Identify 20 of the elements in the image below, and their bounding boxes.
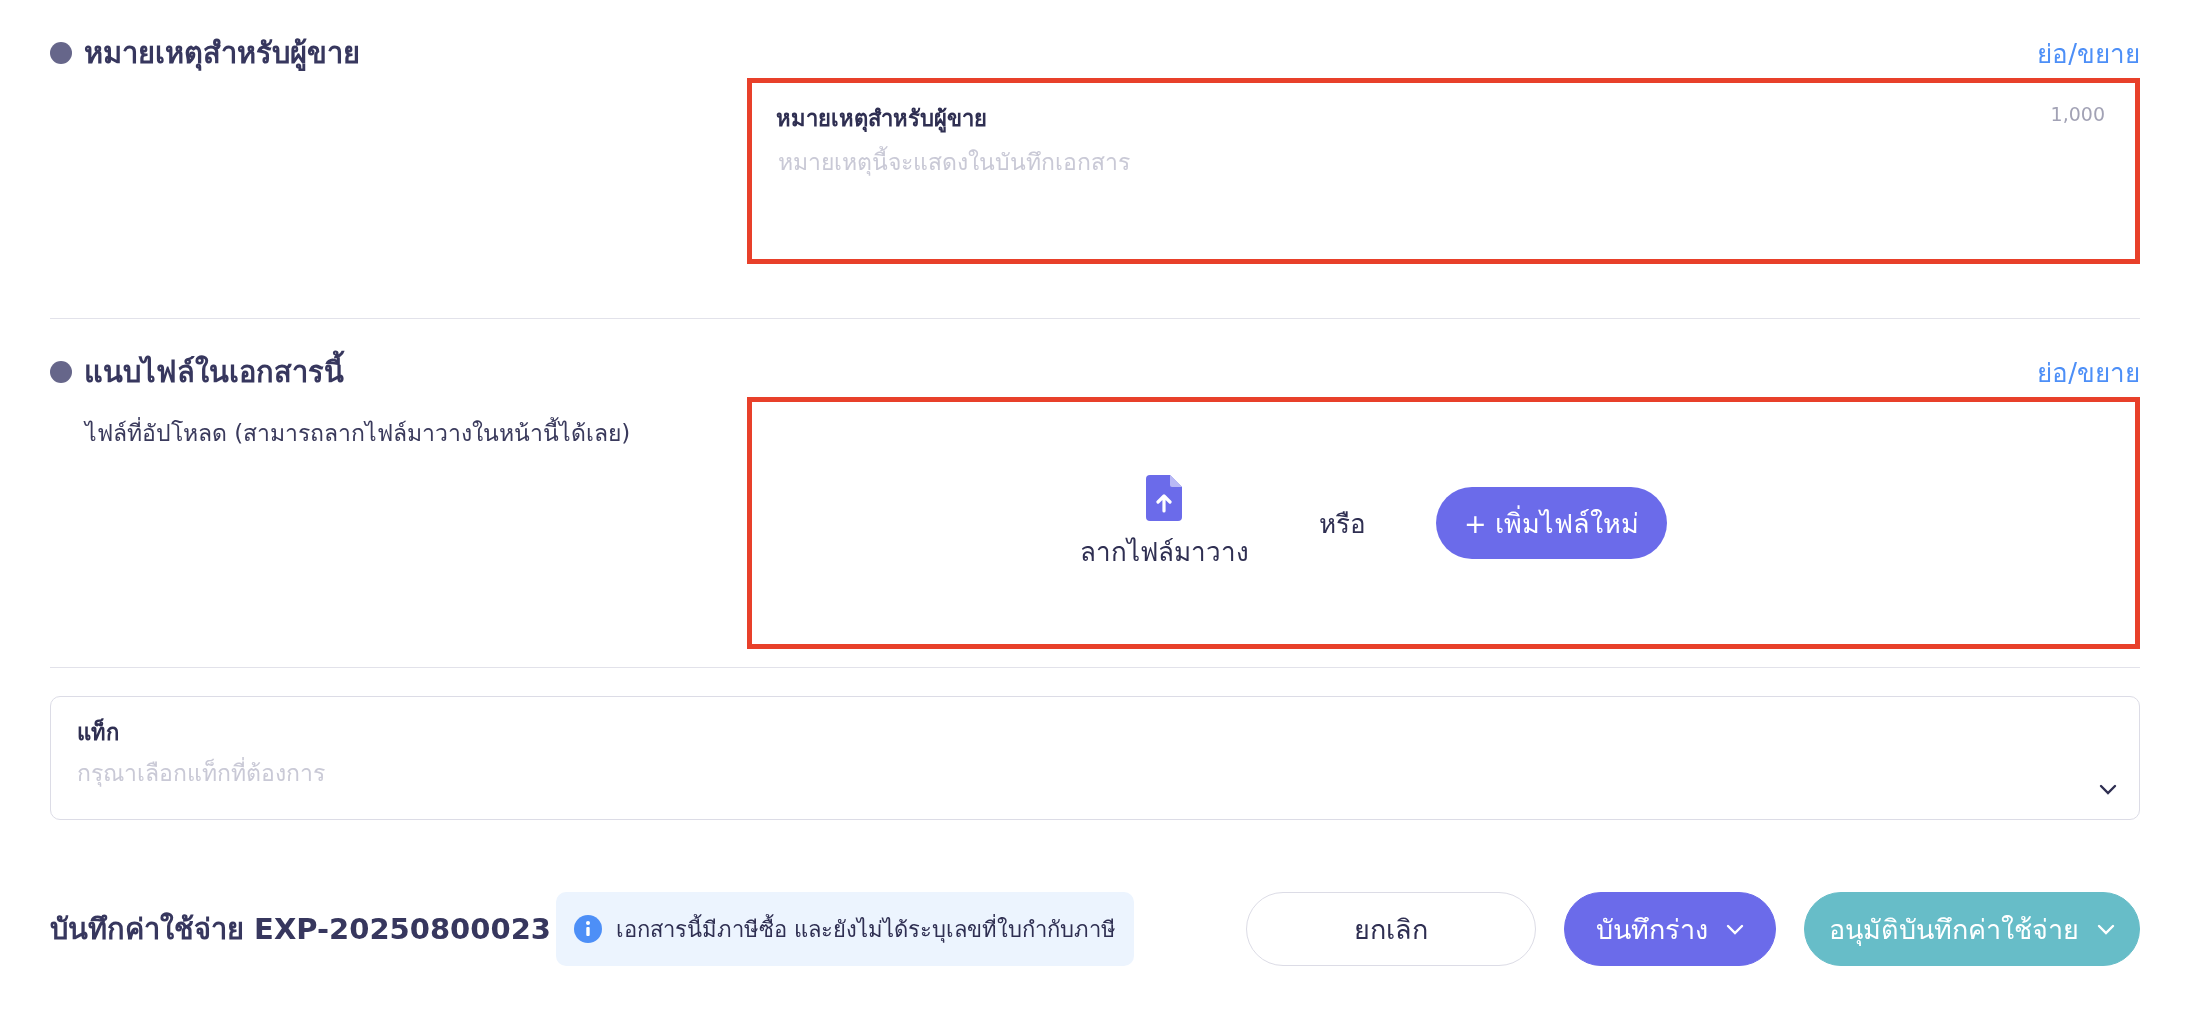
document-title: บันทึกค่าใช้จ่าย EXP-20250800023 (50, 911, 552, 948)
or-label: หรือ (1318, 507, 1366, 541)
collapse-toggle[interactable]: ย่อ/ขยาย (2037, 351, 2140, 393)
section-title: หมายเหตุสำหรับผู้ขาย (50, 30, 360, 76)
section-title: แนบไฟล์ในเอกสารนี้ (50, 349, 344, 395)
field-label: หมายเหตุสำหรับผู้ขาย (776, 105, 987, 135)
chevron-down-icon (2099, 784, 2117, 795)
action-button[interactable]: ยกเลิก (1246, 892, 1536, 966)
field-label: แท็ก (77, 717, 119, 747)
caret-icon (2097, 923, 2115, 935)
action-button[interactable]: บันทึกร่าง (1564, 892, 1776, 966)
collapse-toggle[interactable]: ย่อ/ขยาย (2037, 32, 2140, 74)
info-icon (574, 915, 602, 943)
file-upload-icon (1146, 474, 1183, 521)
caret-icon (1726, 923, 1744, 935)
add-file-button[interactable]: + เพิ่มไฟล์ใหม่ (1435, 487, 1668, 559)
drop-label: ลากไฟล์มาวาง (1079, 535, 1249, 569)
notice-text: เอกสารนี้มีภาษีซื้อ และยังไม่ได้ระบุเลขที่ใบกำกับภาษี (616, 913, 1116, 945)
action-button[interactable]: อนุมัติบันทึกค่าใช้จ่าย (1804, 892, 2140, 966)
character-counter: 1,000 (2050, 103, 2105, 125)
